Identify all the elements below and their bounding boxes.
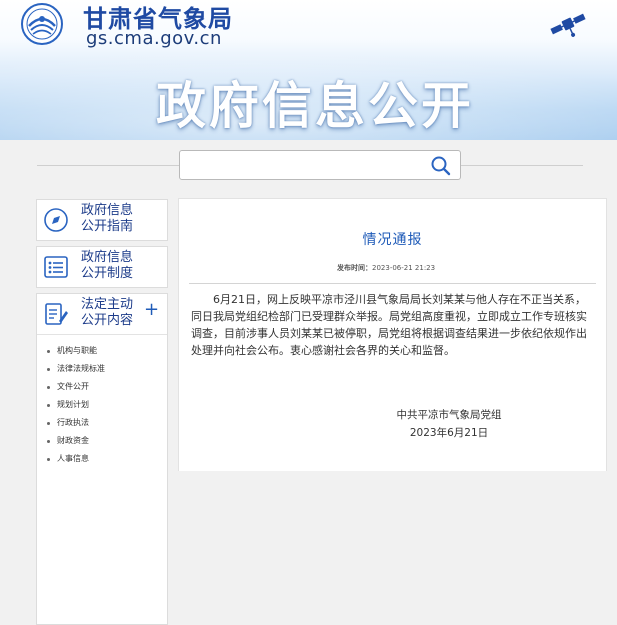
article-body: 6月21日，网上反映平凉市泾川县气象局局长刘某某与他人存在不正当关系，同日我局党… bbox=[191, 293, 587, 357]
sidebar-item-label: 政府信息公开制度 bbox=[81, 250, 134, 281]
publish-time-label: 发布时间： bbox=[337, 264, 372, 272]
sidebar-item-label[interactable]: 法定主动公开内容 bbox=[81, 297, 141, 329]
sidebar-subitem[interactable]: 行政执法 bbox=[43, 414, 163, 432]
sidebar-subitem-label[interactable]: 法律法规标准 bbox=[57, 364, 105, 373]
bullet-icon bbox=[47, 404, 50, 407]
bullet-icon bbox=[47, 386, 50, 389]
sidebar-subitem-label[interactable]: 人事信息 bbox=[57, 454, 89, 463]
article-title: 情况通报 bbox=[362, 232, 423, 248]
bullet-icon bbox=[47, 422, 50, 425]
sidebar-subitem[interactable]: 法律法规标准 bbox=[43, 360, 163, 378]
site-url[interactable]: gs.cma.gov.cn bbox=[86, 28, 222, 49]
article-divider bbox=[189, 283, 596, 284]
compass-icon bbox=[44, 208, 68, 232]
sidebar-subitem-label[interactable]: 行政执法 bbox=[57, 418, 89, 427]
sidebar-subitem[interactable]: 财政资金 bbox=[43, 432, 163, 450]
bullet-icon bbox=[47, 350, 50, 353]
signature-org: 中共平凉市气象局党组 bbox=[396, 409, 502, 421]
expand-icon[interactable]: + bbox=[144, 299, 159, 320]
sidebar-item-label: 政府信息公开指南 bbox=[81, 203, 134, 234]
sidebar-sub-list: 机构与职能 法律法规标准 文件公开 规划计划 行政执法 财政资金 人事信息 bbox=[43, 342, 163, 468]
signature-date: 2023年6月21日 bbox=[409, 427, 489, 439]
sidebar-divider bbox=[37, 334, 167, 335]
publish-time: 发布时间：2023-06-21 21:23 bbox=[337, 263, 435, 273]
article-signature: 中共平凉市气象局党组 2023年6月21日 bbox=[389, 406, 509, 442]
sidebar-subitem-label[interactable]: 规划计划 bbox=[57, 400, 89, 409]
satellite-icon bbox=[550, 13, 586, 37]
site-header: 甘肃省气象局 gs.cma.gov.cn 政府信息公开 bbox=[0, 0, 617, 140]
sidebar-item-statutory: 法定主动公开内容 + 机构与职能 法律法规标准 文件公开 规划计划 行政执法 财… bbox=[36, 293, 168, 625]
bullet-icon bbox=[47, 458, 50, 461]
search-icon[interactable] bbox=[430, 155, 452, 177]
sidebar-subitem[interactable]: 人事信息 bbox=[43, 450, 163, 468]
search-input[interactable] bbox=[186, 154, 426, 176]
list-icon bbox=[44, 256, 68, 278]
sidebar-subitem-label[interactable]: 文件公开 bbox=[57, 382, 89, 391]
sidebar-subitem[interactable]: 文件公开 bbox=[43, 378, 163, 396]
article-panel: 情况通报 发布时间：2023-06-21 21:23 6月21日，网上反映平凉市… bbox=[178, 198, 607, 471]
search-bar bbox=[179, 150, 461, 180]
cma-logo-icon[interactable] bbox=[17, 2, 67, 46]
document-edit-icon bbox=[45, 303, 68, 325]
sidebar-item-system[interactable]: 政府信息公开制度 bbox=[36, 246, 168, 288]
sidebar-item-guide[interactable]: 政府信息公开指南 bbox=[36, 199, 168, 241]
publish-time-value: 2023-06-21 21:23 bbox=[372, 264, 436, 272]
sidebar-subitem[interactable]: 机构与职能 bbox=[43, 342, 163, 360]
bullet-icon bbox=[47, 368, 50, 371]
sidebar-subitem-label[interactable]: 机构与职能 bbox=[57, 346, 97, 355]
bullet-icon bbox=[47, 440, 50, 443]
sidebar-subitem[interactable]: 规划计划 bbox=[43, 396, 163, 414]
page-hero-title: 政府信息公开 bbox=[156, 77, 474, 135]
sidebar-subitem-label[interactable]: 财政资金 bbox=[57, 436, 89, 445]
